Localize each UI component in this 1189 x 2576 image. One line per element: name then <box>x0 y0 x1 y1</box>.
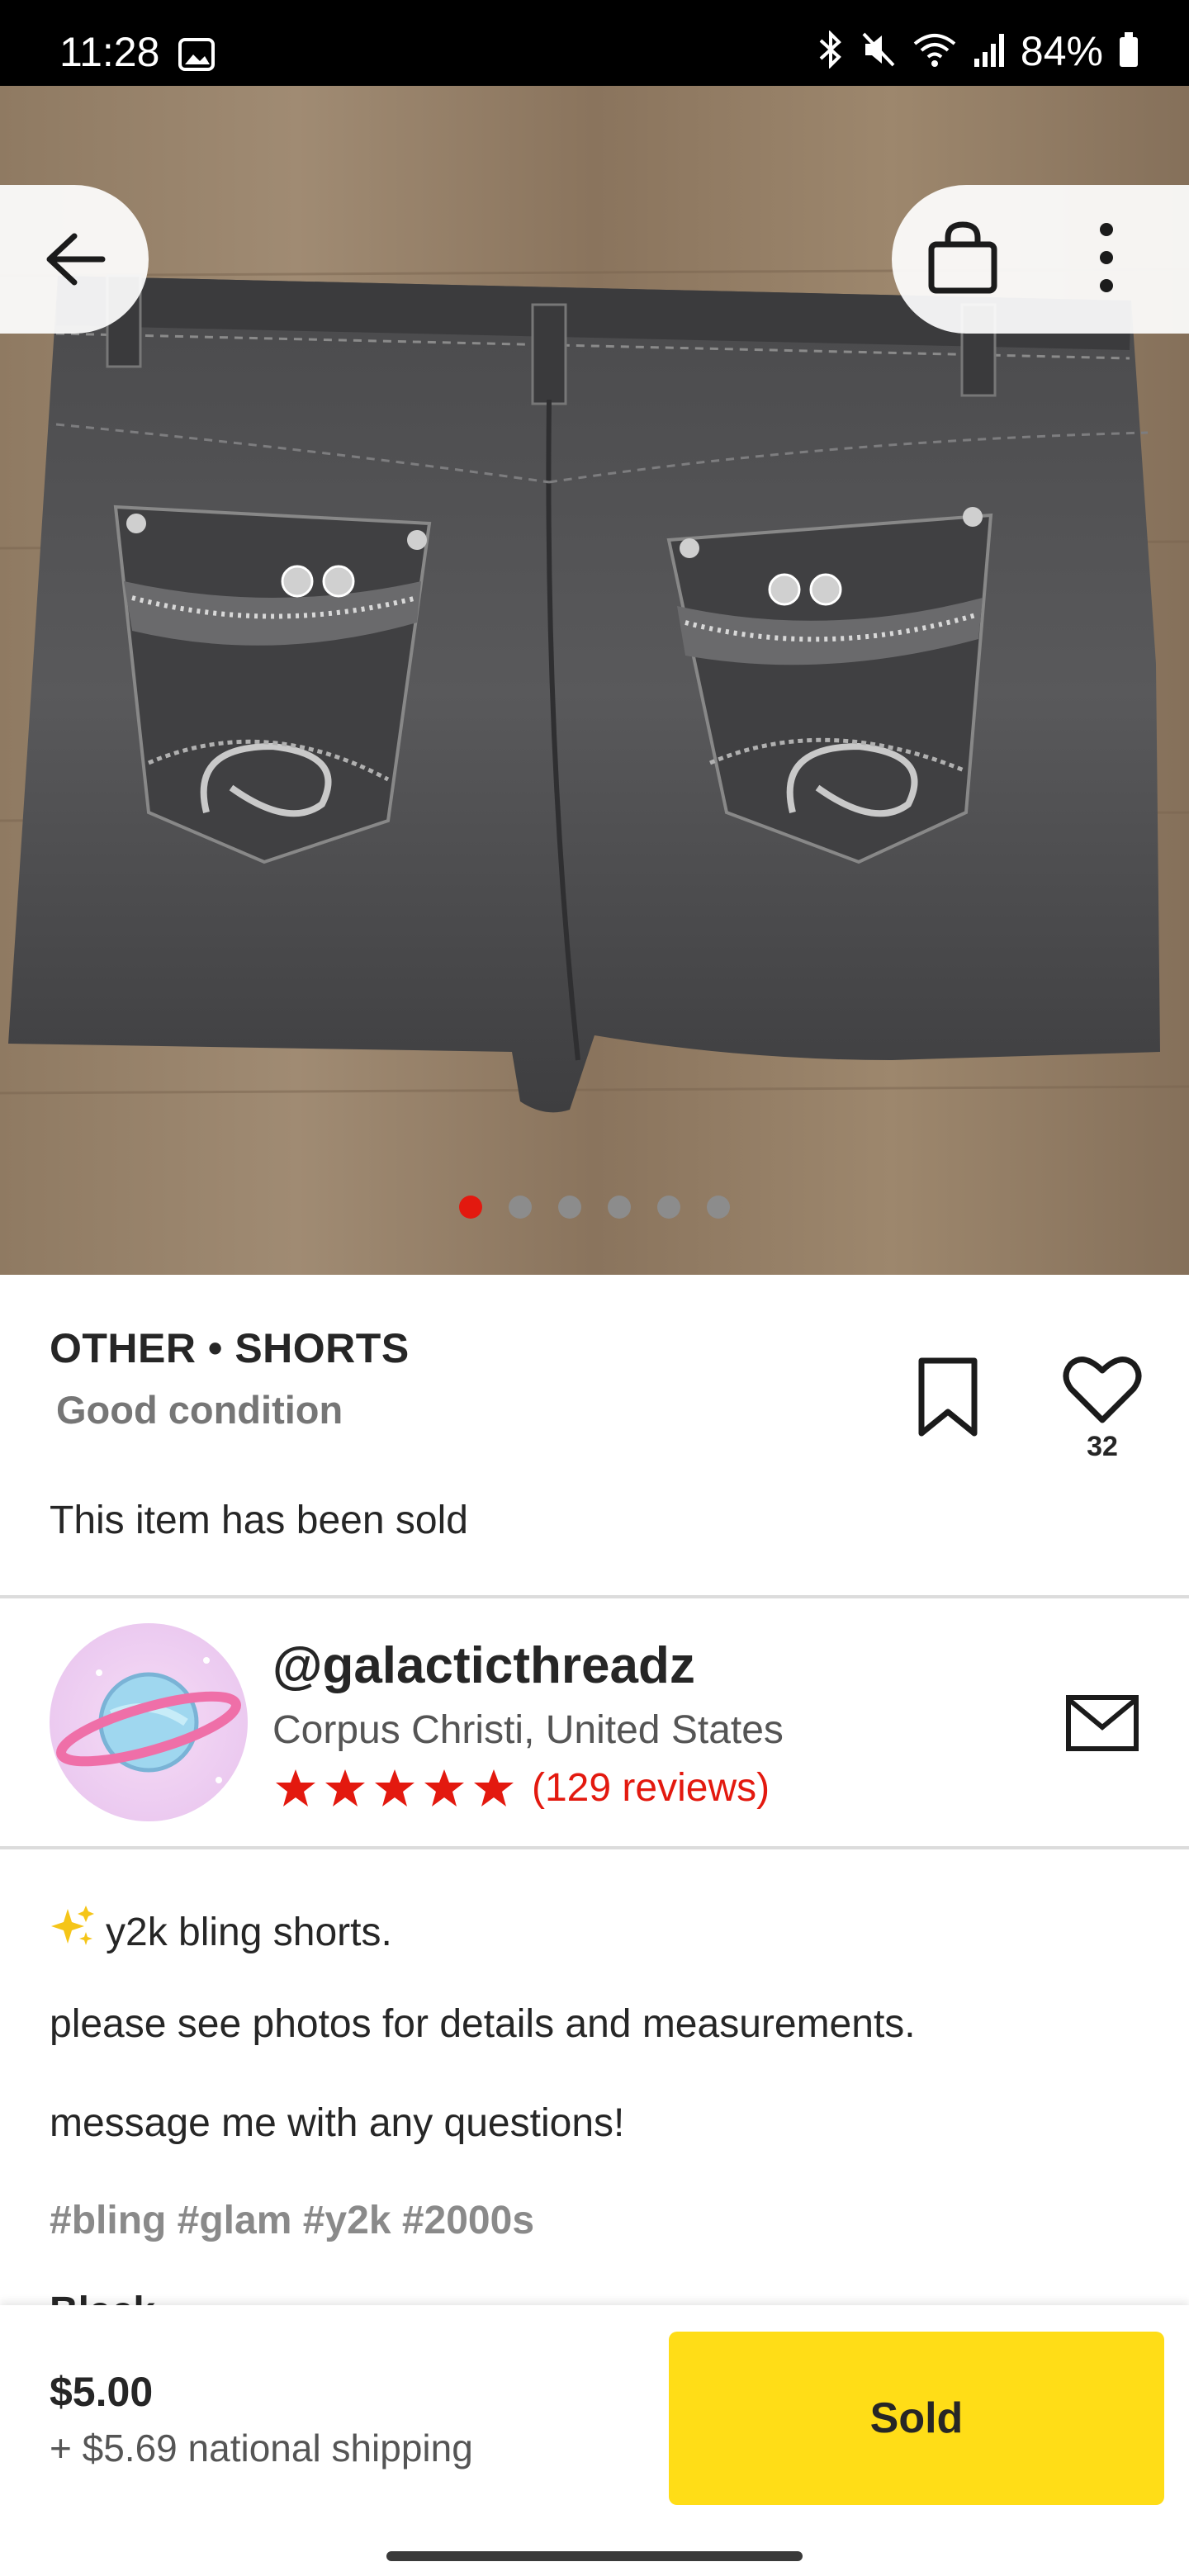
carousel-dot[interactable] <box>558 1196 581 1219</box>
shopping-bag-icon[interactable] <box>925 220 1001 296</box>
shipping-cost: + $5.69 national shipping <box>50 2427 473 2469</box>
status-time: 11:28 <box>59 29 160 75</box>
heart-icon <box>1063 1357 1142 1428</box>
star-icon <box>424 1769 464 1807</box>
description-line: please see photos for details and measur… <box>50 2002 916 2046</box>
divider <box>0 1846 1189 1849</box>
category-separator: • <box>207 1325 223 1371</box>
category-label[interactable]: SHORTS <box>234 1325 409 1371</box>
like-count: 32 <box>1087 1431 1118 1462</box>
seller-location: Corpus Christi, United States <box>272 1708 784 1752</box>
review-count[interactable]: (129 reviews) <box>532 1765 770 1811</box>
wifi-icon <box>912 31 958 73</box>
top-actions <box>892 185 1189 334</box>
bookmark-icon[interactable] <box>915 1356 981 1442</box>
carousel-dot[interactable] <box>608 1196 631 1219</box>
product-category: OTHER • SHORTS <box>50 1324 410 1372</box>
back-button[interactable] <box>0 185 149 334</box>
sold-button[interactable]: Sold <box>669 2332 1164 2505</box>
carousel-dot[interactable] <box>707 1196 730 1219</box>
brand-label[interactable]: OTHER <box>50 1325 197 1371</box>
arrow-left-icon <box>43 231 106 287</box>
carousel-dot[interactable] <box>657 1196 680 1219</box>
battery-percent: 84% <box>1020 28 1103 74</box>
more-options-icon[interactable] <box>1098 220 1115 296</box>
seller-rating[interactable]: (129 reviews) <box>274 1765 770 1811</box>
star-icon <box>325 1769 365 1807</box>
image-icon <box>178 38 215 75</box>
status-indicators: 84% <box>816 28 1139 74</box>
description-line: y2k bling shorts. <box>50 1902 392 1960</box>
rating-stars <box>274 1768 515 1809</box>
description-line: message me with any questions! <box>50 2101 625 2145</box>
seller-username[interactable]: @galacticthreadz <box>272 1636 695 1695</box>
status-bar: 11:28 84% <box>0 0 1189 86</box>
mail-icon[interactable] <box>1065 1694 1139 1756</box>
seller-avatar[interactable] <box>50 1623 248 1821</box>
product-photo-carousel[interactable] <box>0 86 1189 1275</box>
carousel-dots <box>0 1196 1189 1219</box>
price: $5.00 <box>50 2369 154 2415</box>
divider <box>0 1595 1189 1598</box>
sold-notice: This item has been sold <box>50 1499 468 1542</box>
star-icon <box>276 1769 315 1807</box>
carousel-dot[interactable] <box>509 1196 532 1219</box>
signal-icon <box>973 31 1006 73</box>
sparkles-icon <box>50 1902 97 1960</box>
like-button[interactable]: 32 <box>1061 1354 1144 1463</box>
purchase-bar: $5.00 + $5.69 national shipping Sold <box>0 2305 1189 2530</box>
mute-icon <box>860 31 897 73</box>
description-text: y2k bling shorts. <box>106 1911 392 1954</box>
system-nav-bar <box>0 2530 1189 2576</box>
condition-label: Good condition <box>56 1388 343 1432</box>
carousel-dot[interactable] <box>459 1196 482 1219</box>
bluetooth-icon <box>816 29 846 73</box>
hashtags[interactable]: #bling #glam #y2k #2000s <box>50 2198 534 2243</box>
star-icon <box>474 1769 514 1807</box>
home-indicator[interactable] <box>386 2551 803 2561</box>
battery-icon <box>1118 31 1139 73</box>
star-icon <box>375 1769 414 1807</box>
